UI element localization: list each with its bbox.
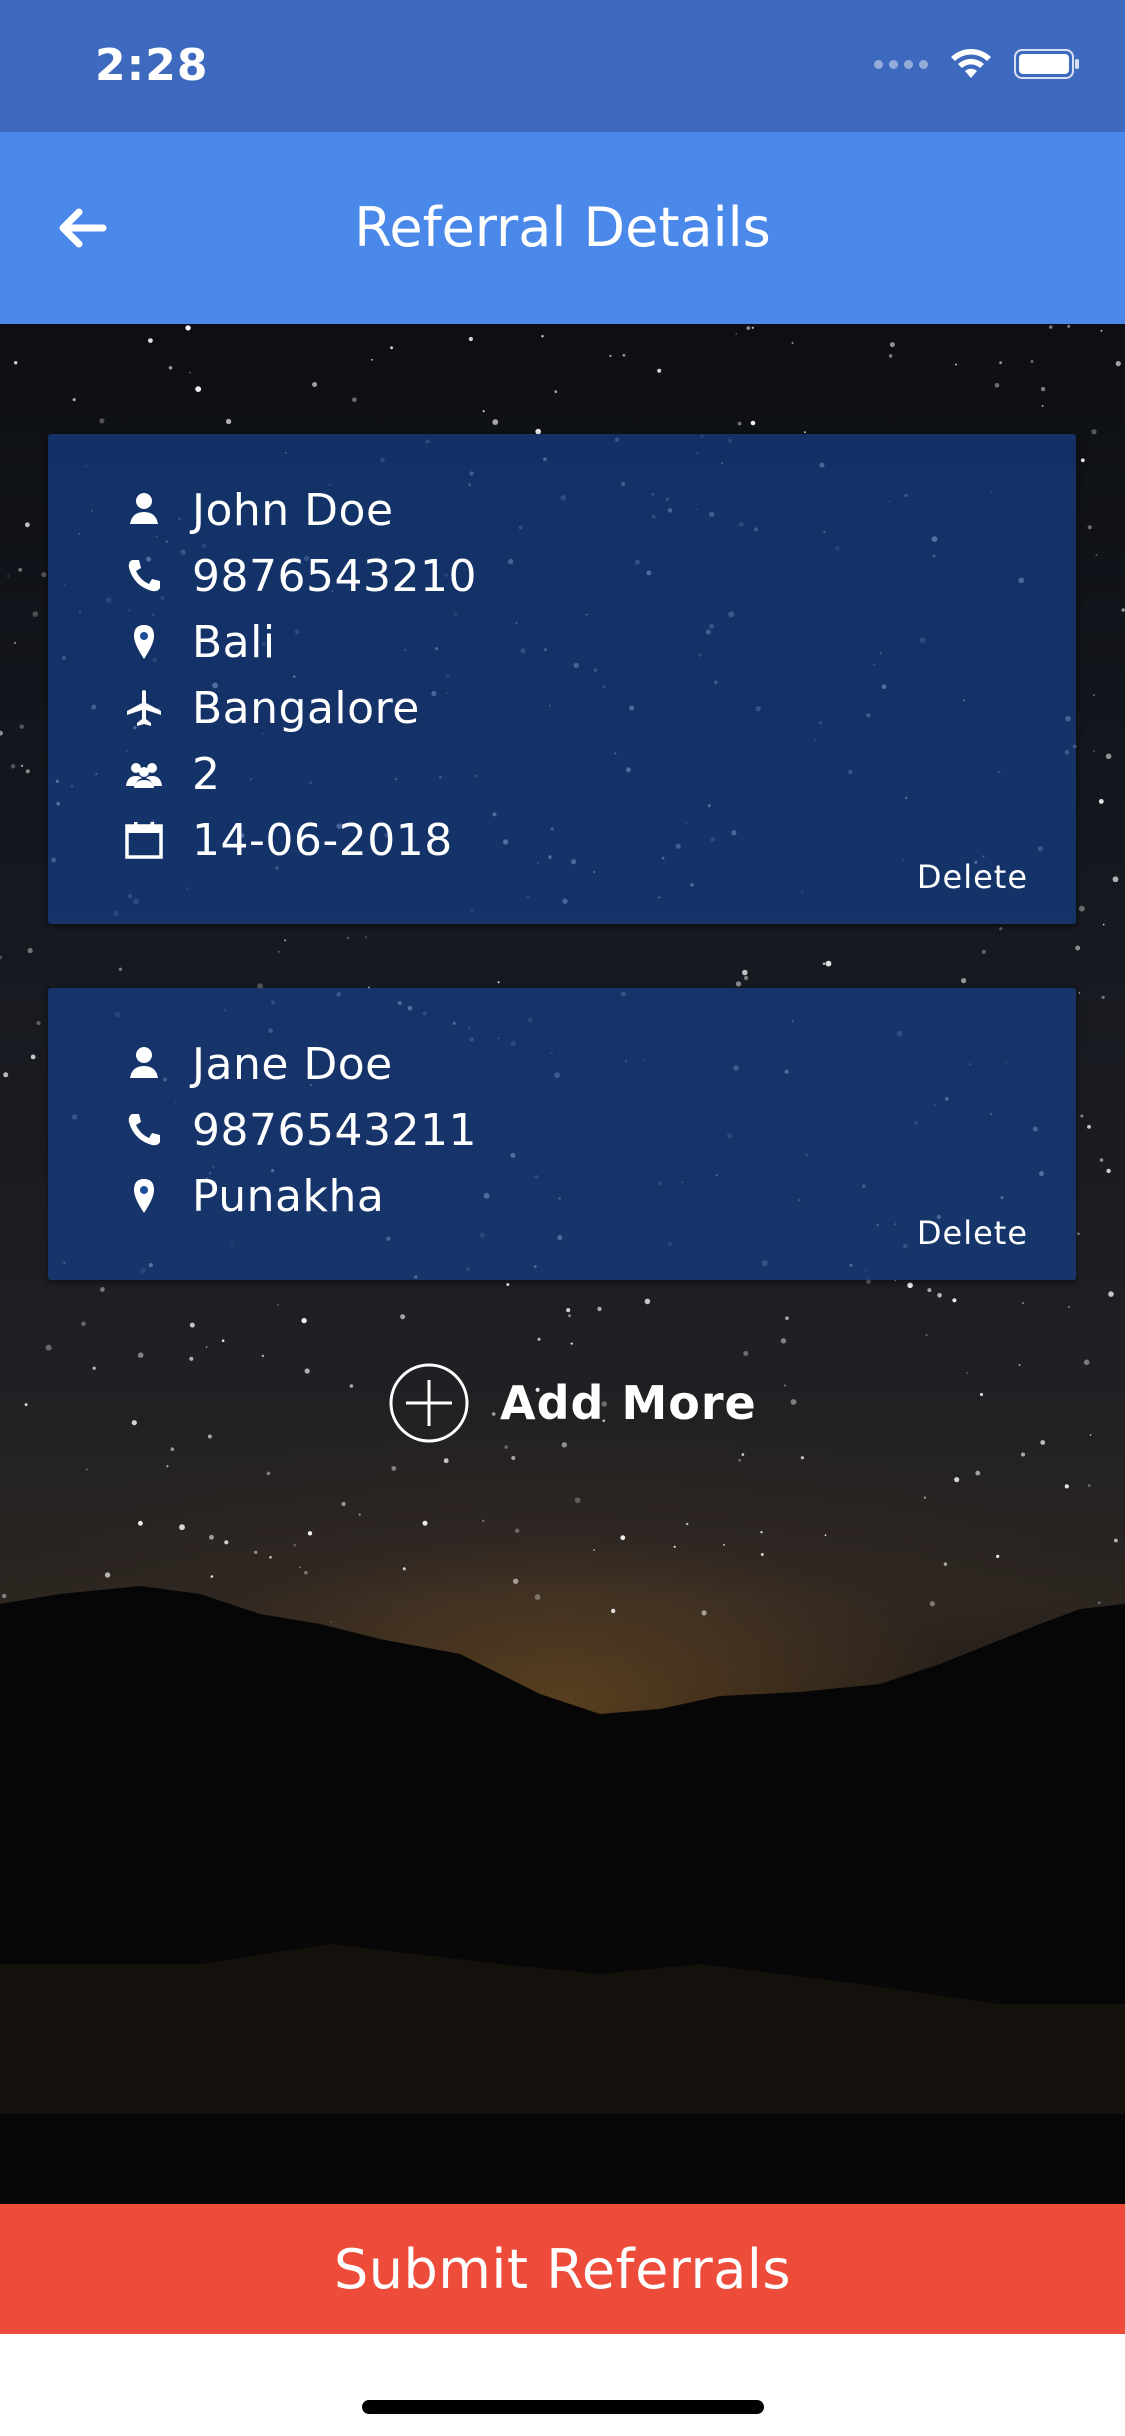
add-circle-icon <box>389 1363 469 1443</box>
phone-icon <box>128 1114 160 1146</box>
status-icons <box>874 48 1080 80</box>
referral-phone: 9876543210 <box>192 550 477 602</box>
referral-departure-row: Bangalore <box>124 678 420 738</box>
delete-button[interactable]: Delete <box>917 1214 1028 1252</box>
referral-name: Jane Doe <box>192 1038 393 1090</box>
referral-card: John Doe 9876543210 Bali Bangalore 2 14-… <box>48 434 1076 924</box>
person-icon <box>130 1047 158 1078</box>
referral-date-row: 14-06-2018 <box>124 810 453 870</box>
home-indicator-area <box>0 2334 1125 2436</box>
referral-destination-row: Punakha <box>124 1166 384 1226</box>
referral-name-row: John Doe <box>124 480 394 540</box>
calendar-icon <box>125 822 163 859</box>
referral-name: John Doe <box>192 484 394 536</box>
battery-icon <box>1014 49 1079 79</box>
submit-referrals-button[interactable]: Submit Referrals <box>0 2204 1125 2334</box>
submit-referrals-label: Submit Referrals <box>334 2237 791 2301</box>
wifi-icon <box>951 49 991 78</box>
referral-date: 14-06-2018 <box>192 814 453 866</box>
add-more-label: Add More <box>500 1376 757 1430</box>
referral-card: Jane Doe 9876543211 Punakha Delete <box>48 988 1076 1280</box>
referral-travellers-row: 2 <box>124 744 221 804</box>
phone-icon <box>128 560 160 592</box>
location-pin-icon <box>134 1179 154 1213</box>
add-more-button[interactable]: Add More <box>388 1362 757 1444</box>
status-bar: 2:28 <box>0 0 1125 132</box>
referral-phone-row: 9876543211 <box>124 1100 477 1160</box>
referral-phone-row: 9876543210 <box>124 546 477 606</box>
signal-icon <box>874 59 928 69</box>
referral-destination-row: Bali <box>124 612 276 672</box>
referral-destination: Punakha <box>192 1170 385 1222</box>
airplane-icon <box>127 690 161 726</box>
person-icon <box>130 493 158 524</box>
referral-phone: 9876543211 <box>192 1104 477 1156</box>
location-pin-icon <box>134 625 154 659</box>
referral-name-row: Jane Doe <box>124 1034 393 1094</box>
referral-travellers: 2 <box>192 748 221 800</box>
group-icon <box>126 763 162 788</box>
status-time: 2:28 <box>95 40 209 91</box>
page-title: Referral Details <box>354 196 771 259</box>
content-area: John Doe 9876543210 Bali Bangalore 2 14-… <box>0 324 1125 2204</box>
delete-button[interactable]: Delete <box>917 858 1028 896</box>
referral-destination: Bali <box>192 616 276 668</box>
app-bar: Referral Details <box>0 132 1125 324</box>
home-indicator[interactable] <box>362 2400 764 2414</box>
referral-departure-city: Bangalore <box>192 682 420 734</box>
